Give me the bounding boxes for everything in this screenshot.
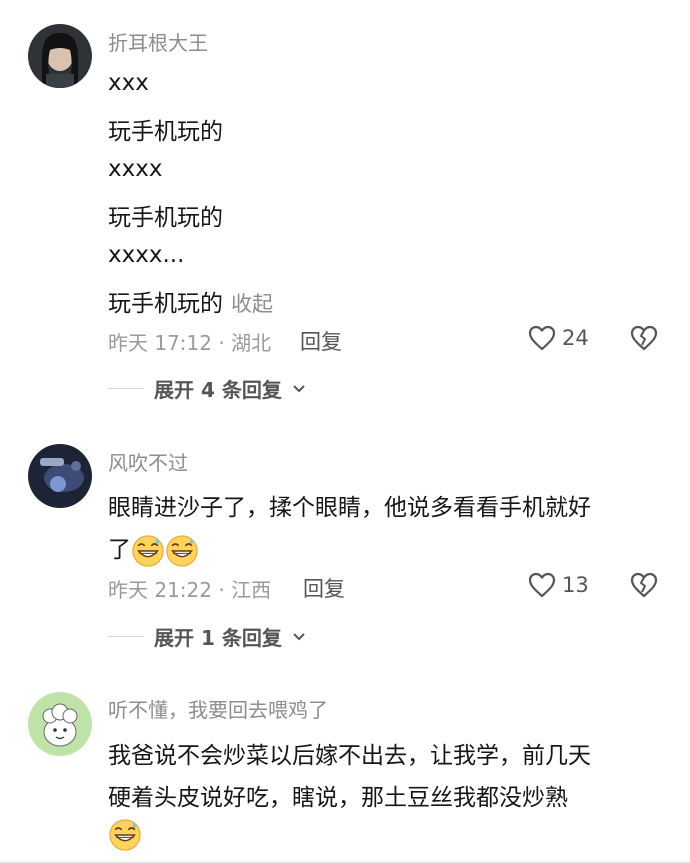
comment-text-emoji: [108, 818, 142, 852]
divider: [108, 388, 144, 389]
avatar-photo: [28, 24, 92, 88]
grinning-sweat-emoji: [165, 534, 199, 568]
chevron-down-icon: [293, 384, 305, 392]
comment-text-line: 了: [108, 537, 131, 563]
grinning-sweat-emoji: [131, 534, 165, 568]
comment-text-line: 玩手机玩的: [108, 205, 223, 231]
divider: [108, 636, 144, 637]
grinning-sweat-emoji: [108, 818, 142, 852]
chevron-down-icon: [293, 632, 305, 640]
comment-text-line: 眼睛进沙子了，揉个眼睛，他说多看看手机就好: [108, 495, 591, 521]
like-count: 13: [562, 573, 589, 597]
like-button[interactable]: 24: [528, 325, 589, 351]
heart-outline-icon: [528, 572, 556, 598]
reply-button[interactable]: 回复: [303, 573, 345, 603]
heart-outline-icon: [528, 325, 556, 351]
expand-replies-label: 展开 1 条回复: [154, 626, 282, 650]
comment-meta: 昨天 21:22 · 江西: [108, 578, 272, 602]
like-button[interactable]: 13: [528, 572, 589, 598]
comment-text-line: 玩手机玩的: [108, 291, 223, 317]
avatar-photo: [28, 692, 92, 756]
comment-text-last: 玩手机玩的 收起: [108, 284, 273, 318]
comment-text-line: 硬着头皮说好吃，瞎说，那土豆丝我都没炒熟: [108, 785, 568, 811]
broken-heart-icon: [630, 325, 658, 351]
avatar-photo: [28, 444, 92, 508]
broken-heart-icon: [630, 572, 658, 598]
avatar[interactable]: [28, 24, 92, 88]
collapse-link[interactable]: 收起: [231, 292, 273, 316]
dislike-button[interactable]: [630, 325, 658, 355]
expand-replies-label: 展开 4 条回复: [154, 378, 282, 402]
reply-button[interactable]: 回复: [300, 326, 342, 356]
username[interactable]: 折耳根大王: [108, 27, 208, 56]
comment-text-line: xxxx...: [108, 242, 185, 268]
comment-text-line: xxxx: [108, 156, 163, 182]
comment-text-line: xxx: [108, 70, 149, 96]
comment-text-last: 了: [108, 530, 199, 568]
avatar[interactable]: [28, 444, 92, 508]
like-count: 24: [562, 326, 589, 350]
expand-replies[interactable]: 展开 4 条回复: [108, 374, 306, 403]
comment-meta: 昨天 17:12 · 湖北: [108, 331, 272, 355]
comment-text-line: 我爸说不会炒菜以后嫁不出去，让我学，前几天: [108, 743, 591, 769]
expand-replies[interactable]: 展开 1 条回复: [108, 622, 306, 651]
comment-text-line: 玩手机玩的: [108, 119, 223, 145]
username[interactable]: 听不懂，我要回去喂鸡了: [108, 694, 328, 723]
username[interactable]: 风吹不过: [108, 447, 188, 476]
dislike-button[interactable]: [630, 572, 658, 602]
avatar[interactable]: [28, 692, 92, 756]
